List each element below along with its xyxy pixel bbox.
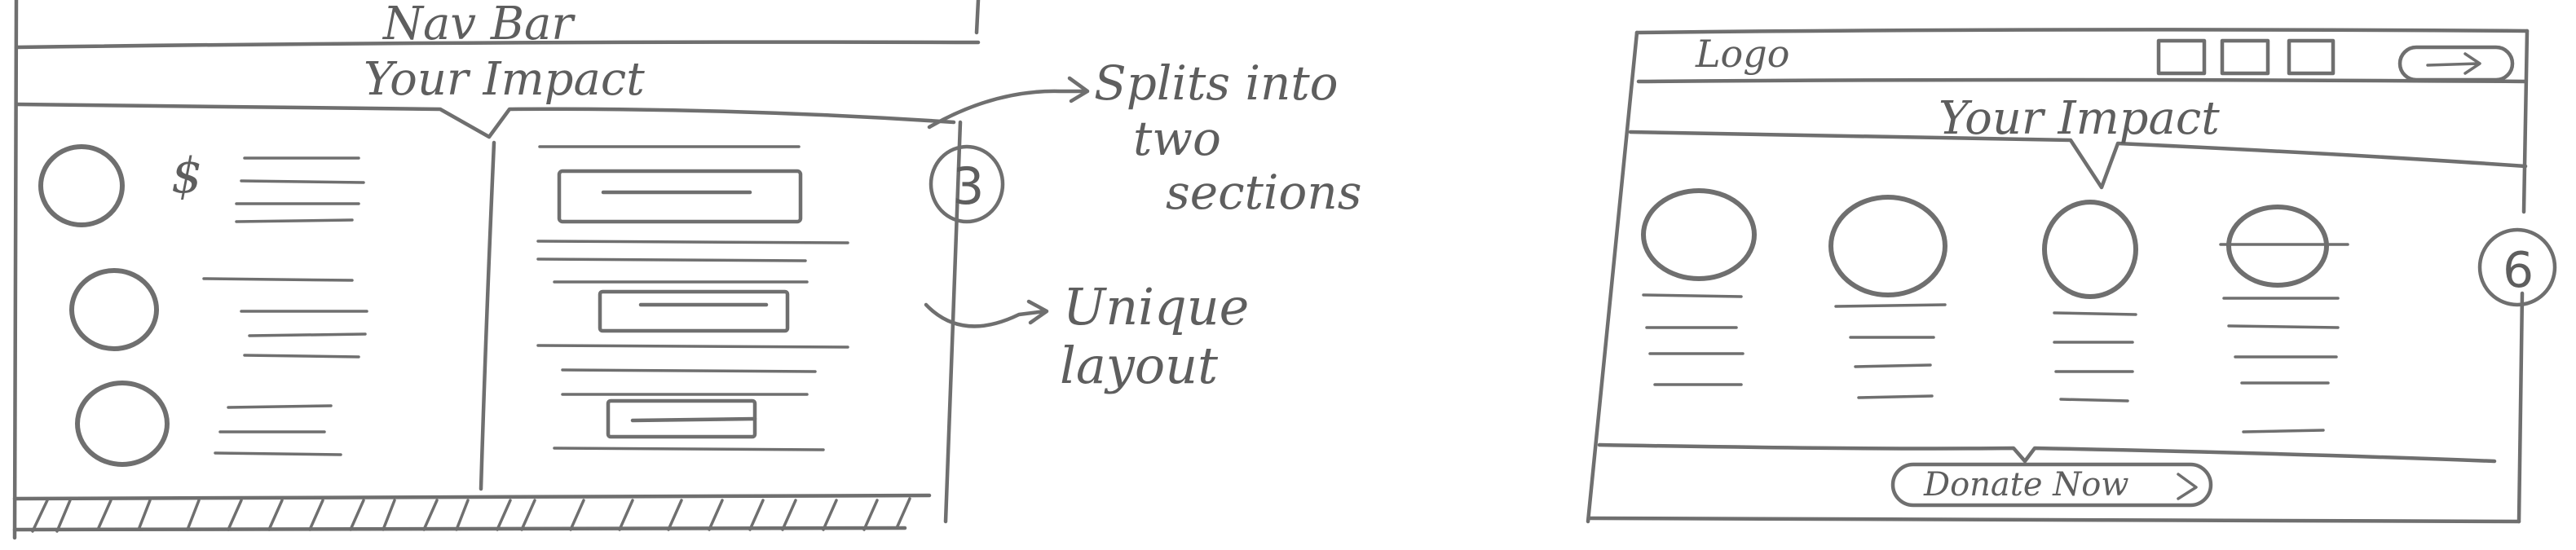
arrow-unique	[924, 299, 1049, 328]
splits-into-label: Splits into	[1094, 55, 1339, 111]
donate-chevron-icon	[2177, 473, 2198, 500]
left-footer-hatch	[31, 497, 911, 533]
left-text-lines-2	[202, 277, 368, 359]
impact-text-lines-3	[2053, 311, 2137, 403]
left-footer-top-line	[12, 493, 932, 501]
layout-label: layout	[1060, 336, 1218, 395]
right-heading-your-impact: Your Impact	[1939, 92, 2220, 145]
left-footer-bottom-line	[12, 526, 907, 532]
right-header-line	[1636, 77, 2528, 84]
content-box-1	[557, 169, 803, 224]
right-frame-bottom	[1587, 516, 2521, 524]
nav-icon-2[interactable]	[2220, 38, 2270, 76]
left-right-column-content	[536, 145, 849, 451]
left-badge-number: 3	[952, 156, 984, 216]
left-circle-3	[75, 381, 170, 467]
left-circle-2	[69, 268, 159, 351]
left-wireframe: Nav Bar Your Impact $ 3	[12, 0, 1005, 540]
impact-circle-1	[1641, 188, 1757, 281]
impact-circle-3	[2042, 200, 2138, 299]
content-box-2	[598, 289, 790, 333]
nav-icon-1[interactable]	[2156, 38, 2207, 76]
sections-label: sections	[1166, 165, 1361, 220]
left-frame-left-edge	[12, 0, 19, 540]
impact-circle-4	[2226, 205, 2329, 288]
donate-now-label: Donate Now	[1923, 466, 2129, 504]
impact-text-lines-2	[1834, 303, 1947, 399]
left-frame-right-edge	[943, 0, 981, 524]
right-wireframe: Logo Your Impact Donate Now 6	[1586, 28, 2557, 524]
left-circle-1	[38, 144, 125, 227]
right-badge-number: 6	[2503, 242, 2534, 299]
two-label: two	[1133, 111, 1221, 166]
dollar-sign: $	[171, 147, 202, 205]
wireframe-sketches: Nav Bar Your Impact $ 3 Splits into two …	[0, 0, 2576, 550]
right-footer-line	[1597, 442, 2497, 464]
logo-label: Logo	[1695, 32, 1789, 76]
arrow-splits	[927, 76, 1090, 130]
unique-label: Unique	[1063, 277, 1249, 337]
left-heading-bottom-line	[14, 102, 956, 139]
left-section-divider	[479, 140, 496, 491]
impact-circle-2	[1828, 195, 1947, 297]
menu-toggle-arrow-icon	[2426, 52, 2481, 75]
left-text-lines-3	[214, 404, 342, 456]
annotations: Splits into two sections Unique layout	[924, 55, 1361, 395]
nav-bar-label: Nav Bar	[382, 0, 576, 51]
right-frame-left	[1586, 30, 1639, 524]
left-text-lines-1	[235, 156, 365, 223]
nav-icon-3[interactable]	[2287, 38, 2336, 76]
impact-text-lines-1	[1642, 293, 1745, 386]
sketch-canvas: Nav Bar Your Impact $ 3 Splits into two …	[12, 0, 2557, 540]
left-heading-your-impact: Your Impact	[364, 53, 645, 106]
